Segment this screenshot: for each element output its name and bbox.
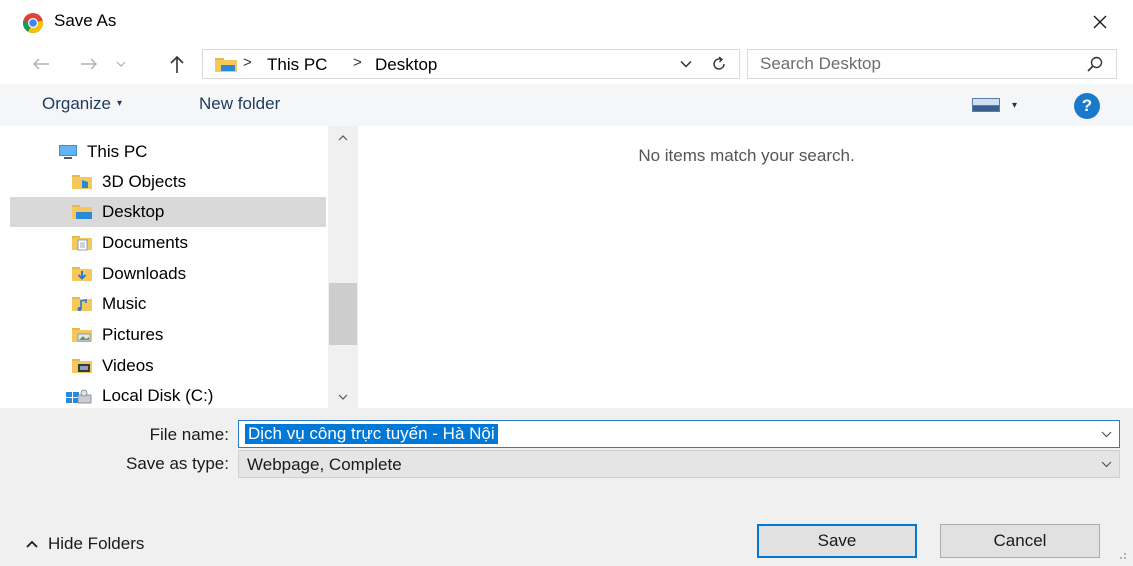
- tree-item-videos[interactable]: Videos: [10, 351, 326, 381]
- back-button[interactable]: [28, 50, 54, 78]
- tree-item-local-disk[interactable]: Local Disk (C:): [10, 381, 326, 411]
- tree-item-label: Documents: [102, 233, 188, 252]
- chevron-down-icon: [680, 60, 692, 68]
- breadcrumb-desktop[interactable]: Desktop: [375, 55, 437, 75]
- tree-item-label: 3D Objects: [102, 172, 187, 191]
- tree-item-music[interactable]: Music: [10, 289, 326, 319]
- view-icon: [972, 98, 1000, 112]
- new-folder-button[interactable]: New folder: [199, 94, 280, 114]
- scroll-down-button[interactable]: [328, 386, 358, 408]
- chevron-down-icon: [1101, 431, 1111, 437]
- change-view-button[interactable]: ▾: [972, 95, 1028, 115]
- downloads-folder-icon: [72, 267, 92, 281]
- desktop-folder-icon: [72, 205, 92, 219]
- tree-item-label: Music: [102, 294, 147, 313]
- file-name-dropdown-button[interactable]: [1099, 427, 1113, 441]
- search-icon: [1087, 56, 1103, 72]
- file-name-value[interactable]: Dịch vụ công trực tuyến - Hà Nội: [245, 424, 498, 444]
- breadcrumb-this-pc[interactable]: This PC: [267, 55, 327, 75]
- local-disk-icon: [66, 389, 92, 404]
- music-folder-icon: [72, 297, 92, 311]
- pictures-folder-icon: [72, 328, 92, 342]
- chevron-down-icon: [1101, 461, 1111, 467]
- chevron-up-icon: [26, 540, 38, 548]
- breadcrumb-separator-icon: >: [243, 54, 252, 71]
- tree-item-label: Local Disk (C:): [102, 386, 214, 405]
- folder-icon: [215, 58, 237, 72]
- breadcrumb-separator-icon: >: [353, 54, 362, 71]
- nav-pane-scrollbar[interactable]: [328, 126, 358, 408]
- close-button[interactable]: [1083, 6, 1117, 38]
- 3d-objects-folder-icon: [72, 175, 92, 189]
- refresh-button[interactable]: [707, 53, 731, 75]
- tree-item-label: Videos: [102, 356, 154, 375]
- save-as-type-dropdown-button[interactable]: [1099, 457, 1113, 471]
- save-as-dialog: Save As > This PC > Desktop Search Deskt…: [0, 0, 1133, 566]
- search-input[interactable]: [748, 50, 1080, 78]
- caret-down-icon: ▾: [1012, 99, 1018, 111]
- new-folder-label: New folder: [199, 94, 281, 113]
- cancel-button[interactable]: Cancel: [940, 524, 1100, 558]
- tree-item-documents[interactable]: Documents: [10, 228, 326, 258]
- arrow-up-icon: [170, 55, 184, 73]
- videos-folder-icon: [72, 359, 92, 373]
- address-dropdown-button[interactable]: [675, 55, 697, 73]
- tree-item-label: Desktop: [102, 202, 165, 221]
- up-button[interactable]: [164, 50, 190, 78]
- title-bar: Save As: [0, 0, 1133, 44]
- save-form-panel: File name: Dịch vụ công trực tuyến - Hà …: [0, 408, 1133, 566]
- save-as-type-label: Save as type:: [125, 454, 229, 473]
- tree-item-this-pc[interactable]: This PC: [10, 137, 326, 167]
- chevron-down-icon: [116, 61, 126, 67]
- tree-item-label: Downloads: [102, 264, 187, 283]
- close-icon: [1093, 15, 1107, 29]
- tree-item-desktop[interactable]: Desktop: [10, 197, 326, 227]
- chevron-up-icon: [338, 134, 348, 140]
- empty-results-message: No items match your search.: [638, 146, 855, 165]
- organize-label: Organize: [42, 94, 111, 113]
- scroll-up-button[interactable]: [328, 126, 358, 148]
- file-name-label: File name:: [149, 425, 229, 444]
- resize-grip-icon[interactable]: [1115, 548, 1127, 560]
- save-as-type-select[interactable]: Webpage, Complete: [238, 450, 1120, 478]
- chevron-down-icon: [338, 394, 348, 400]
- recent-locations-button[interactable]: [112, 50, 130, 78]
- search-box[interactable]: [747, 49, 1117, 79]
- window-title: Save As: [54, 11, 117, 30]
- organize-button[interactable]: Organize ▾: [42, 94, 122, 114]
- arrow-left-icon: [33, 58, 49, 70]
- command-toolbar: Organize ▾ New folder ▾ ?: [0, 84, 1133, 126]
- computer-icon: [59, 145, 77, 159]
- tree-item-downloads[interactable]: Downloads: [10, 259, 326, 289]
- tree-item-label: Pictures: [102, 325, 164, 344]
- hide-folders-button[interactable]: Hide Folders: [26, 534, 144, 554]
- tree-item-pictures[interactable]: Pictures: [10, 320, 326, 350]
- save-as-type-value: Webpage, Complete: [247, 455, 402, 474]
- refresh-icon: [713, 56, 725, 70]
- arrow-right-icon: [81, 58, 97, 70]
- save-button[interactable]: Save: [757, 524, 917, 558]
- hide-folders-label: Hide Folders: [48, 534, 145, 553]
- scrollbar-thumb[interactable]: [329, 283, 357, 345]
- file-name-field[interactable]: Dịch vụ công trực tuyến - Hà Nội: [238, 420, 1120, 448]
- documents-folder-icon: [72, 236, 92, 251]
- tree-item-3d-objects[interactable]: 3D Objects: [10, 167, 326, 197]
- navigation-pane: This PC 3D Objects Desktop Documents Dow…: [0, 126, 358, 408]
- help-button[interactable]: ?: [1074, 93, 1100, 119]
- address-row: > This PC > Desktop: [0, 44, 1133, 84]
- caret-down-icon: ▾: [116, 98, 123, 109]
- chrome-icon: [22, 13, 44, 34]
- tree-item-label: This PC: [87, 142, 148, 161]
- address-bar[interactable]: > This PC > Desktop: [202, 49, 740, 79]
- file-list-pane[interactable]: No items match your search.: [360, 126, 1133, 408]
- forward-button[interactable]: [76, 50, 102, 78]
